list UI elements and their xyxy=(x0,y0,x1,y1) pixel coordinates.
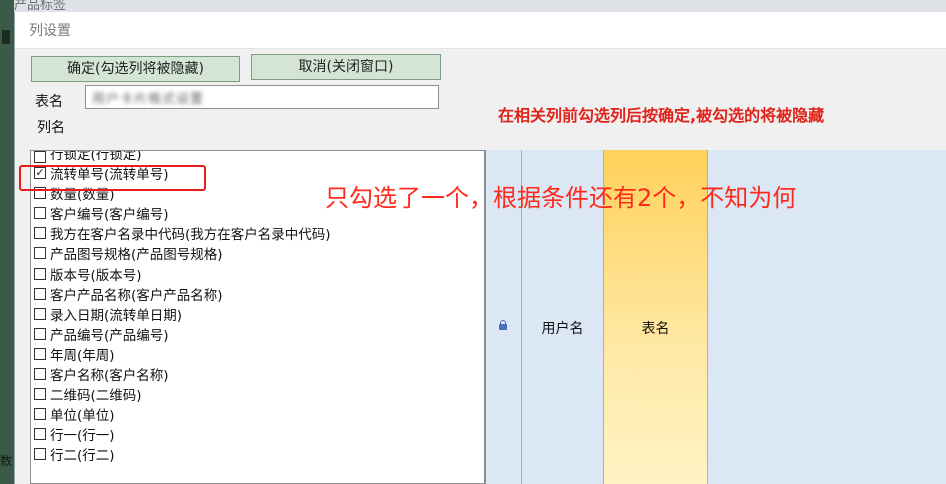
column-item-label: 行二(行二) xyxy=(50,448,115,465)
column-list-item[interactable]: 行二(行二) xyxy=(34,444,474,464)
column-name-label: 列名 xyxy=(37,120,65,136)
column-item-label: 录入日期(流转单日期) xyxy=(50,307,183,324)
column-item-label: 版本号(版本号) xyxy=(50,267,142,284)
column-list-item[interactable]: 单位(单位) xyxy=(34,404,474,424)
checkbox[interactable] xyxy=(34,327,46,340)
checkbox[interactable] xyxy=(34,367,46,380)
column-item-label: 年周(年周) xyxy=(50,347,115,364)
column-item-label: 二维码(二维码) xyxy=(50,388,142,405)
checkbox[interactable] xyxy=(34,151,46,163)
column-item-label: 行一(行一) xyxy=(50,428,115,445)
checkbox[interactable] xyxy=(34,388,46,401)
column-item-label: 我方在客户名录中代码(我方在客户名录中代码) xyxy=(50,227,331,244)
grid-header-username: 用户名 xyxy=(541,321,584,337)
column-list-item[interactable]: 产品图号规格(产品图号规格) xyxy=(34,243,474,263)
column-item-label: 产品图号规格(产品图号规格) xyxy=(50,247,223,264)
background-left-glyph: 数 xyxy=(0,454,13,468)
column-list-item[interactable]: 录入日期(流转单日期) xyxy=(34,304,474,324)
instruction-hint: 在相关列前勾选列后按确定,被勾选的将被隐藏 xyxy=(498,106,825,125)
grid-header-tablename: 表名 xyxy=(641,321,670,337)
lock-icon xyxy=(499,320,507,330)
dialog-title: 列设置 xyxy=(29,23,71,39)
highlight-annotation-box xyxy=(19,165,206,191)
user-annotation-text: 只勾选了一个，根据条件还有2个，不知为何 xyxy=(325,184,797,212)
column-list-item[interactable]: 行一(行一) xyxy=(34,424,474,444)
column-list-item[interactable]: 年周(年周) xyxy=(34,344,474,364)
background-left-panel xyxy=(0,0,14,484)
checkbox[interactable] xyxy=(34,448,46,461)
column-item-label: 客户产品名称(客户产品名称) xyxy=(50,287,223,304)
column-list-item[interactable]: 行锁定(行锁定) xyxy=(34,151,474,163)
column-list-item[interactable]: 产品编号(产品编号) xyxy=(34,324,474,344)
table-name-value: 用户卡片格式设置 xyxy=(92,92,205,107)
confirm-button[interactable]: 确定(勾选列将被隐藏) xyxy=(31,56,240,82)
checkbox[interactable] xyxy=(34,227,46,240)
column-list-item[interactable]: 二维码(二维码) xyxy=(34,384,474,404)
column-list-item[interactable]: 客户产品名称(客户产品名称) xyxy=(34,284,474,304)
column-item-label: 客户名称(客户名称) xyxy=(50,367,169,384)
checkbox[interactable] xyxy=(34,347,46,360)
column-list-item[interactable]: 版本号(版本号) xyxy=(34,263,474,284)
checkbox[interactable] xyxy=(34,307,46,320)
cancel-button[interactable]: 取消(关闭窗口) xyxy=(251,54,441,80)
column-list-item[interactable]: 我方在客户名录中代码(我方在客户名录中代码) xyxy=(34,223,474,243)
column-item-label: 客户编号(客户编号) xyxy=(50,207,169,224)
background-window-strip xyxy=(0,0,946,12)
checkbox[interactable] xyxy=(34,287,46,300)
column-settings-dialog: 列设置 确定(勾选列将被隐藏) 取消(关闭窗口) 表名 用户卡片格式设置 列名 … xyxy=(14,12,946,484)
background-left-mark xyxy=(2,30,10,44)
checkbox[interactable] xyxy=(34,428,46,441)
column-item-label: 行锁定(行锁定) xyxy=(50,151,142,163)
checkbox[interactable] xyxy=(34,408,46,421)
checkbox[interactable] xyxy=(34,207,46,220)
column-list-item[interactable]: 客户名称(客户名称) xyxy=(34,364,474,384)
table-name-field[interactable]: 用户卡片格式设置 xyxy=(85,85,439,109)
checkbox[interactable] xyxy=(34,267,46,280)
checkbox[interactable] xyxy=(34,247,46,260)
column-item-label: 产品编号(产品编号) xyxy=(50,327,169,344)
table-name-label: 表名 xyxy=(35,94,63,110)
column-item-label: 单位(单位) xyxy=(50,408,115,425)
dialog-titlebar[interactable]: 列设置 xyxy=(15,12,946,49)
